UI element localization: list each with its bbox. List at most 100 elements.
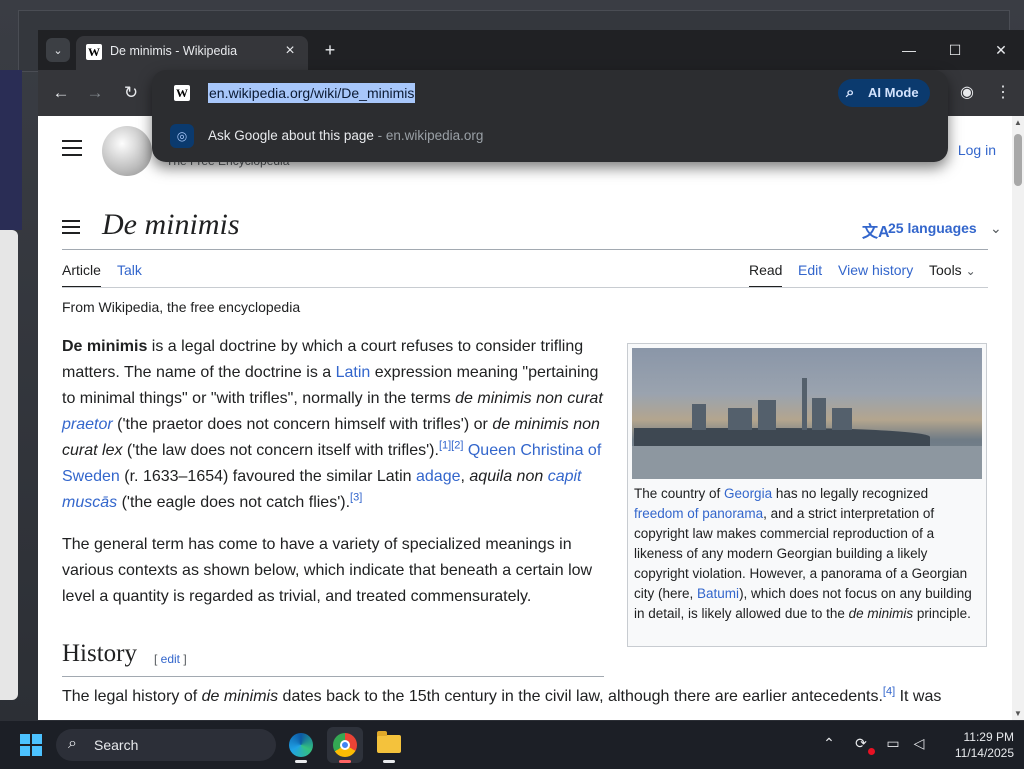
tab-active[interactable]: W De minimis - Wikipedia × xyxy=(76,36,308,70)
text: ('the praetor does not concern himself w… xyxy=(112,416,493,433)
tab-search-button[interactable]: ⌄ xyxy=(46,38,70,62)
chevron-up-icon[interactable]: ⌃ xyxy=(818,735,840,752)
start-button[interactable] xyxy=(20,734,42,756)
image-sea xyxy=(632,446,982,479)
ai-mode-button[interactable]: ⌕ AI Mode xyxy=(838,79,930,107)
section-edit: [ edit ] xyxy=(154,652,187,666)
tab-read[interactable]: Read xyxy=(749,262,783,288)
link-freedom-of-panorama[interactable]: freedom of panorama xyxy=(634,506,763,521)
scroll-down-icon[interactable]: ▼ xyxy=(1014,709,1022,718)
link-batumi[interactable]: Batumi xyxy=(697,586,739,601)
scrollbar-thumb[interactable] xyxy=(1014,134,1022,186)
chevron-down-icon: ⌄ xyxy=(53,44,63,57)
wikipedia-logo[interactable] xyxy=(102,126,152,176)
minimize-button[interactable]: — xyxy=(886,36,932,64)
clock-date: 11/14/2025 xyxy=(954,746,1014,760)
italic-text: de minimis xyxy=(201,688,279,705)
italic-text: praetor xyxy=(62,416,113,433)
infobox: The country of Georgia has no legally re… xyxy=(627,343,987,647)
infobox-caption: The country of Georgia has no legally re… xyxy=(634,484,978,624)
clock[interactable]: 11:29 PM 11/14/2025 xyxy=(938,729,1014,761)
close-icon: ✕ xyxy=(995,42,1007,58)
from-wikipedia-line: From Wikipedia, the free encyclopedia xyxy=(62,299,301,315)
login-link[interactable]: Log in xyxy=(958,142,996,158)
link-muscas[interactable]: muscās xyxy=(62,494,117,511)
batumi-panorama-image[interactable] xyxy=(632,348,982,479)
background-window-edge-light xyxy=(0,230,18,700)
text: The country of xyxy=(634,486,725,501)
address-bar-input[interactable]: en.wikipedia.org/wiki/De_minimis xyxy=(208,83,416,103)
menu-button[interactable]: ⋮ xyxy=(990,80,1016,106)
chevron-down-icon: ⌄ xyxy=(990,220,1002,236)
volume-muted-icon[interactable]: ◁ xyxy=(908,735,930,752)
taskbar-edge[interactable] xyxy=(283,727,319,763)
tools-menu[interactable]: Tools ⌄ xyxy=(929,262,976,278)
chrome-icon xyxy=(333,733,357,757)
italic-text: de minimis xyxy=(848,606,914,621)
page-scrollbar[interactable]: ▲ ▼ xyxy=(1012,116,1024,720)
image-building xyxy=(832,408,852,430)
running-indicator xyxy=(383,760,395,763)
back-button[interactable]: ← xyxy=(48,80,74,106)
bracket: ] xyxy=(180,652,187,666)
text: principle. xyxy=(913,606,971,621)
edge-icon xyxy=(289,733,313,757)
browser-window: ⌄ W De minimis - Wikipedia × + — ☐ ✕ ← →… xyxy=(38,30,1024,720)
reference-4[interactable]: [4] xyxy=(883,686,895,698)
active-indicator xyxy=(339,760,351,763)
folder-icon xyxy=(377,731,401,753)
image-coastline xyxy=(634,428,930,446)
close-window-button[interactable]: ✕ xyxy=(978,36,1024,64)
reload-icon: ↻ xyxy=(123,83,139,102)
wikipedia-favicon-icon: W xyxy=(174,85,190,101)
close-tab-icon[interactable]: × xyxy=(280,42,300,60)
tab-talk[interactable]: Talk xyxy=(117,262,142,278)
account-circle-icon: ◉ xyxy=(960,84,974,101)
plus-icon: + xyxy=(324,40,336,60)
background-window-edge xyxy=(0,70,22,230)
new-tab-button[interactable]: + xyxy=(318,38,342,62)
tab-article[interactable]: Article xyxy=(62,262,101,288)
reference-3[interactable]: [3] xyxy=(350,492,362,504)
omnibox-suggestion[interactable]: ◎ Ask Google about this page - en.wikipe… xyxy=(152,116,948,156)
image-building xyxy=(692,404,706,430)
reload-button[interactable]: ↻ xyxy=(118,80,144,106)
taskbar-file-explorer[interactable] xyxy=(371,727,407,763)
maximize-button[interactable]: ☐ xyxy=(932,36,978,64)
reference-1-2[interactable]: [1][2] xyxy=(439,440,463,452)
minimize-icon: — xyxy=(902,42,916,58)
network-icon[interactable]: ▭ xyxy=(882,735,904,752)
search-icon: ⌕ xyxy=(68,735,77,752)
link-praetor[interactable]: praetor xyxy=(62,416,113,433)
forward-button[interactable]: → xyxy=(82,80,108,106)
main-menu-icon[interactable] xyxy=(62,140,82,161)
scroll-up-icon[interactable]: ▲ xyxy=(1014,118,1022,127)
link-adage[interactable]: adage xyxy=(416,468,461,485)
arrow-right-icon: → xyxy=(86,83,104,102)
ai-mode-label: AI Mode xyxy=(868,85,919,100)
clock-time: 11:29 PM xyxy=(963,730,1014,744)
article-body: De minimis is a legal doctrine by which … xyxy=(62,334,610,626)
image-building xyxy=(812,398,826,430)
link-capit[interactable]: capit xyxy=(548,468,582,485)
translate-icon: 文A xyxy=(862,224,890,241)
taskbar-search[interactable]: ⌕ Search xyxy=(56,729,276,761)
edit-section-link[interactable]: edit xyxy=(161,652,180,666)
taskbar-chrome[interactable] xyxy=(327,727,363,763)
tab-view-history[interactable]: View history xyxy=(838,262,913,278)
page-tabs: Article Talk Read Edit View history Tool… xyxy=(62,262,988,288)
history-heading: History xyxy=(62,640,137,667)
wikipedia-favicon-icon: W xyxy=(86,44,102,60)
image-tower xyxy=(802,378,807,430)
paragraph-intro: De minimis is a legal doctrine by which … xyxy=(62,334,610,516)
table-of-contents-icon[interactable] xyxy=(62,220,80,238)
tab-edit[interactable]: Edit xyxy=(798,262,822,278)
link-georgia[interactable]: Georgia xyxy=(724,486,772,501)
image-building xyxy=(728,408,752,430)
arrow-left-icon: ← xyxy=(52,83,70,102)
image-building xyxy=(758,400,776,430)
link-latin[interactable]: Latin xyxy=(336,364,371,381)
italic-text: capit xyxy=(547,468,582,485)
tools-label: Tools xyxy=(929,262,962,278)
profile-button[interactable]: ◉ xyxy=(954,80,980,106)
